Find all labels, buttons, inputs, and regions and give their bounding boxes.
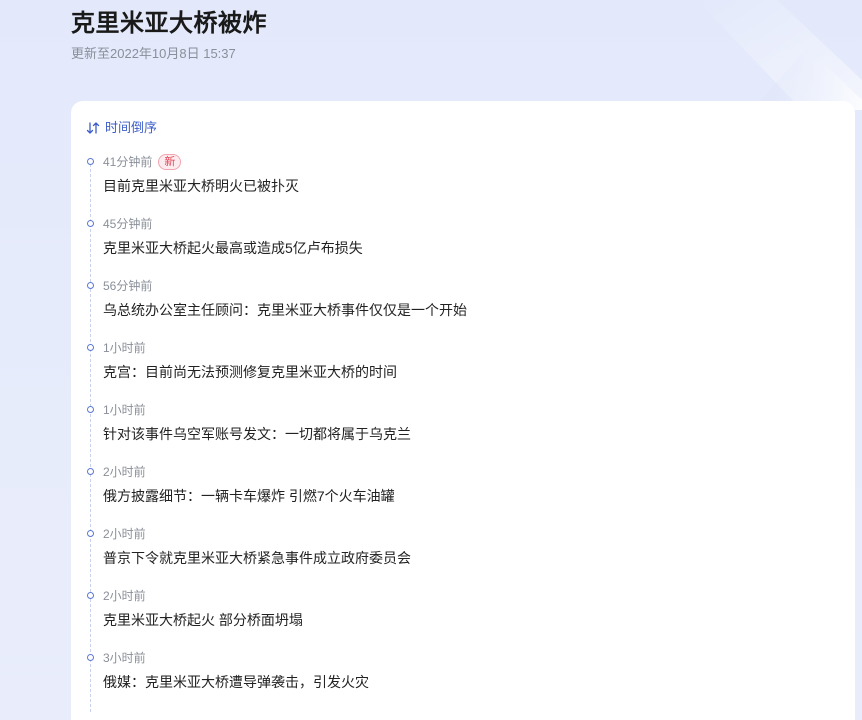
sort-toggle-button[interactable]: 时间倒序 bbox=[86, 119, 157, 137]
item-time: 1小时前 bbox=[103, 341, 146, 355]
timeline-item[interactable]: 45分钟前 克里米亚大桥起火最高或造成5亿卢布损失 bbox=[87, 216, 827, 278]
item-headline[interactable]: 克里米亚大桥起火最高或造成5亿卢布损失 bbox=[103, 238, 827, 258]
item-headline[interactable]: 目前克里米亚大桥明火已被扑灭 bbox=[103, 176, 827, 196]
sort-label: 时间倒序 bbox=[105, 120, 158, 135]
background-decoration bbox=[602, 0, 862, 110]
timeline-card: 时间倒序 41分钟前 新 目前克里米亚大桥明火已被扑灭 45分钟前 克里米亚大桥… bbox=[71, 101, 855, 720]
item-time: 45分钟前 bbox=[103, 217, 153, 231]
timeline-dot bbox=[87, 654, 94, 661]
timeline-dot bbox=[87, 592, 94, 599]
update-timestamp: 更新至2022年10月8日 15:37 bbox=[71, 46, 236, 61]
item-headline[interactable]: 乌总统办公室主任顾问：克里米亚大桥事件仅仅是一个开始 bbox=[103, 300, 827, 320]
timeline-dot bbox=[87, 220, 94, 227]
item-time: 56分钟前 bbox=[103, 279, 153, 293]
timeline-dot bbox=[87, 282, 94, 289]
item-time: 41分钟前 bbox=[103, 155, 153, 169]
item-headline[interactable]: 克里米亚大桥起火 部分桥面坍塌 bbox=[103, 610, 827, 630]
timeline-item[interactable]: 2小时前 普京下令就克里米亚大桥紧急事件成立政府委员会 bbox=[87, 526, 827, 588]
timeline-item[interactable]: 56分钟前 乌总统办公室主任顾问：克里米亚大桥事件仅仅是一个开始 bbox=[87, 278, 827, 340]
sort-arrows-icon bbox=[86, 121, 100, 135]
item-time: 1小时前 bbox=[103, 403, 146, 417]
item-headline[interactable]: 俄方披露细节：一辆卡车爆炸 引燃7个火车油罐 bbox=[103, 486, 827, 506]
timeline-dot bbox=[87, 406, 94, 413]
timeline-list: 41分钟前 新 目前克里米亚大桥明火已被扑灭 45分钟前 克里米亚大桥起火最高或… bbox=[87, 154, 827, 712]
timeline-item[interactable]: 41分钟前 新 目前克里米亚大桥明火已被扑灭 bbox=[87, 154, 827, 216]
timeline-dot bbox=[87, 344, 94, 351]
item-headline[interactable]: 俄媒：克里米亚大桥遭导弹袭击，引发火灾 bbox=[103, 672, 827, 692]
timeline-dot bbox=[87, 158, 94, 165]
timeline-item[interactable]: 1小时前 克宫：目前尚无法预测修复克里米亚大桥的时间 bbox=[87, 340, 827, 402]
timeline-item[interactable]: 2小时前 俄方披露细节：一辆卡车爆炸 引燃7个火车油罐 bbox=[87, 464, 827, 526]
item-headline[interactable]: 针对该事件乌空军账号发文：一切都将属于乌克兰 bbox=[103, 424, 827, 444]
timeline-item[interactable]: 1小时前 针对该事件乌空军账号发文：一切都将属于乌克兰 bbox=[87, 402, 827, 464]
item-headline[interactable]: 普京下令就克里米亚大桥紧急事件成立政府委员会 bbox=[103, 548, 827, 568]
item-time: 2小时前 bbox=[103, 527, 146, 541]
item-time: 2小时前 bbox=[103, 589, 146, 603]
item-headline[interactable]: 克宫：目前尚无法预测修复克里米亚大桥的时间 bbox=[103, 362, 827, 382]
item-time: 2小时前 bbox=[103, 465, 146, 479]
timeline-item[interactable]: 3小时前 俄媒：克里米亚大桥遭导弹袭击，引发火灾 bbox=[87, 650, 827, 712]
timeline-dot bbox=[87, 530, 94, 537]
new-badge: 新 bbox=[158, 154, 182, 170]
item-time: 3小时前 bbox=[103, 651, 146, 665]
page-title: 克里米亚大桥被炸 bbox=[71, 10, 267, 37]
timeline-dot bbox=[87, 468, 94, 475]
timeline-item[interactable]: 2小时前 克里米亚大桥起火 部分桥面坍塌 bbox=[87, 588, 827, 650]
